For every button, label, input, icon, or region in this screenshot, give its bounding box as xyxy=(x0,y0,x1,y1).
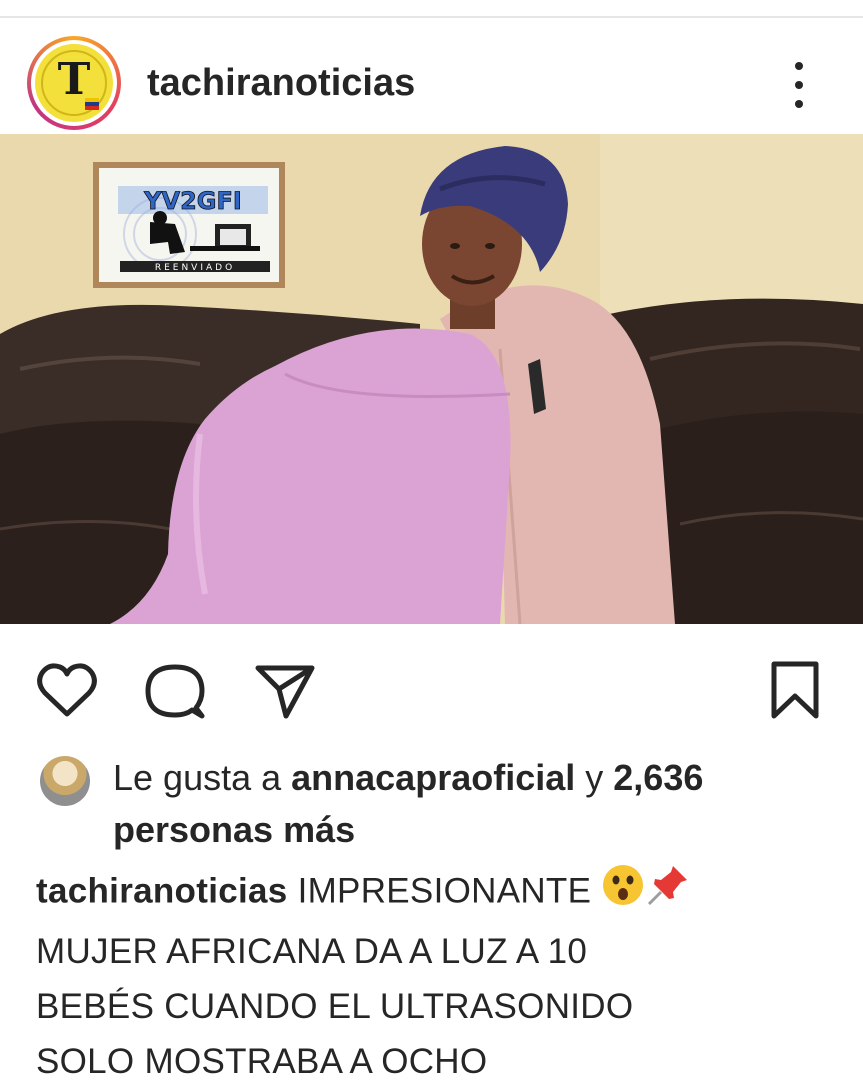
post-username[interactable]: tachiranoticias xyxy=(147,62,415,105)
astonished-face-emoji xyxy=(601,863,645,923)
flag-icon xyxy=(85,98,99,110)
caption-line-4: SOLO MOSTRABA A OCHO xyxy=(36,1042,488,1081)
caption-username[interactable]: tachiranoticias xyxy=(36,871,288,910)
more-vertical-icon[interactable] xyxy=(784,58,814,112)
comment-icon[interactable] xyxy=(142,658,208,724)
bookmark-icon[interactable] xyxy=(762,658,828,724)
liker-username[interactable]: annacapraoficial xyxy=(291,757,575,798)
likes-text: Le gusta a annacapraoficial y 2,636 perso… xyxy=(113,752,833,856)
post-actions-bar xyxy=(0,650,863,720)
post-image[interactable]: YV2GFI REENVIADO xyxy=(0,134,863,624)
post-caption: tachiranoticias IMPRESIONANTE MUJER AFRI… xyxy=(36,862,836,1089)
likes-connector: y xyxy=(575,757,614,798)
caption-text-1: IMPRESIONANTE xyxy=(297,871,592,911)
caption-line-1: tachiranoticias IMPRESIONANTE xyxy=(36,862,836,924)
tachira-logo: T xyxy=(35,44,113,122)
caption-line-3: BEBÉS CUANDO EL ULTRASONIDO xyxy=(36,987,634,1026)
profile-avatar[interactable]: T xyxy=(27,36,121,130)
heart-icon[interactable] xyxy=(34,658,100,724)
caption-line-2: MUJER AFRICANA DA A LUZ A 10 xyxy=(36,932,588,971)
likes-prefix: Le gusta a xyxy=(113,757,292,798)
watermark-subtext: REENVIADO xyxy=(155,263,235,273)
send-icon[interactable] xyxy=(252,658,318,724)
liker-avatar[interactable] xyxy=(40,756,90,806)
watermark-text: YV2GFI xyxy=(143,187,242,215)
likes-count[interactable]: 2,636 xyxy=(613,757,703,798)
post-header: T tachiranoticias xyxy=(0,18,863,130)
watermark-logo: YV2GFI REENVIADO xyxy=(93,162,285,288)
logo-letter: T xyxy=(57,54,91,105)
likes-suffix[interactable]: personas más xyxy=(113,809,355,850)
pushpin-emoji xyxy=(645,862,691,924)
